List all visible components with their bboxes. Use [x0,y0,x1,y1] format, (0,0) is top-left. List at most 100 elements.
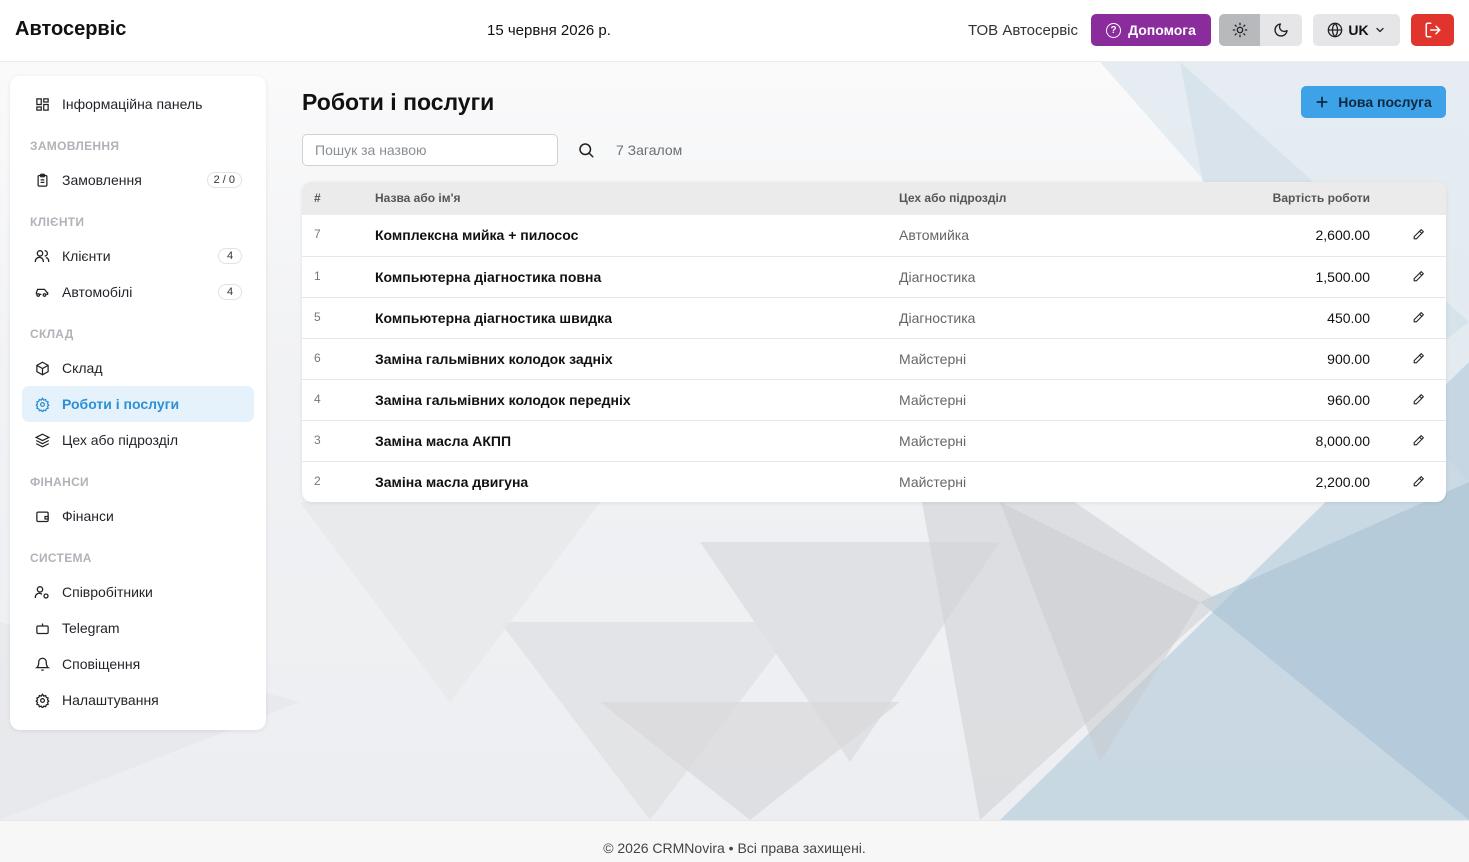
edit-icon[interactable] [1412,270,1426,284]
sun-icon [1232,22,1247,38]
brand-logo[interactable]: Автосервіс [15,18,126,41]
row-name: Компьютерна діагностика повна [375,269,602,285]
clients-count-badge: 4 [218,248,242,264]
sidebar-item-telegram[interactable]: Telegram [22,610,254,646]
sidebar-section-warehouse: СКЛАД [30,327,74,341]
row-name: Компьютерна діагностика швидка [375,310,612,326]
question-icon: ? [1106,22,1122,38]
sidebar-item-label: Автомобілі [62,284,133,300]
row-department: Діагностика [899,269,976,285]
edit-icon[interactable] [1412,311,1426,325]
sidebar-item-label: Співробітники [62,584,153,600]
top-header: Автосервіс 15 червня 2026 р. ТОВ Автосер… [0,0,1469,62]
edit-icon[interactable] [1412,434,1426,448]
row-cost: 900.00 [1327,351,1370,367]
sidebar-item-label: Склад [62,360,103,376]
language-label: UK [1348,22,1369,38]
table-row[interactable]: 5 Компьютерна діагностика швидка Діагности… [302,297,1446,338]
sidebar-item-employees[interactable]: Співробітники [22,574,254,610]
sidebar-item-finance[interactable]: Фінанси [22,498,254,534]
box-icon [34,360,50,376]
car-icon [34,284,50,300]
edit-icon[interactable] [1412,475,1426,489]
gear-icon [34,396,50,412]
edit-icon[interactable] [1412,228,1426,242]
table-row[interactable]: 4 Заміна гальмівних колодок передніх Майст… [302,379,1446,420]
table-row[interactable]: 6 Заміна гальмівних колодок задніх Майстер… [302,338,1446,379]
search-input[interactable] [302,134,558,166]
sidebar-item-label: Фінанси [62,508,114,524]
new-service-button[interactable]: Нова послуга [1301,86,1446,118]
row-department: Майстерні [899,474,967,490]
light-theme-button[interactable] [1219,14,1260,46]
table-row[interactable]: 1 Компьютерна діагностика повна Діагностик… [302,256,1446,297]
sidebar-item-cars[interactable]: Автомобілі 4 [22,274,254,310]
search-icon[interactable] [577,141,595,159]
row-cost: 450.00 [1327,310,1370,326]
column-header-department[interactable]: Цех або підрозділ [899,191,1006,205]
help-button[interactable]: ? Допомога [1091,14,1211,46]
edit-icon[interactable] [1412,393,1426,407]
sidebar-item-departments[interactable]: Цех або підрозділ [22,422,254,458]
table-row[interactable]: 3 Заміна масла АКПП Майстерні 8,000.00 [302,420,1446,461]
dark-theme-button[interactable] [1260,14,1301,46]
row-cost: 1,500.00 [1315,269,1371,285]
row-id: 6 [314,351,321,365]
edit-icon[interactable] [1412,352,1426,366]
clipboard-icon [34,172,50,188]
sidebar-item-settings[interactable]: Налаштування [22,682,254,718]
row-name: Комплексна мийка + пилосос [375,227,579,243]
users-icon [34,248,50,264]
row-id: 5 [314,310,321,324]
sidebar-item-services[interactable]: Роботи і послуги [22,386,254,422]
sidebar-section-clients: КЛІЄНТИ [30,215,85,229]
row-id: 1 [314,269,321,283]
row-id: 4 [314,392,321,406]
sidebar-item-warehouse[interactable]: Склад [22,350,254,386]
globe-icon [1328,22,1343,38]
orders-count-badge: 2 / 0 [206,172,242,188]
row-department: Майстерні [899,392,967,408]
dashboard-icon [34,96,50,112]
table-row[interactable]: 2 Заміна масла двигуна Майстерні 2,200.00 [302,461,1446,502]
logout-button[interactable] [1411,14,1454,46]
row-cost: 960.00 [1327,392,1370,408]
sidebar-item-label: Сповіщення [62,656,141,672]
cars-count-badge: 4 [218,284,242,300]
column-header-cost[interactable]: Вартість роботи [1273,191,1370,205]
settings-icon [34,692,50,708]
row-cost: 2,200.00 [1315,474,1371,490]
sidebar-section-orders: ЗАМОВЛЕННЯ [30,139,120,153]
column-header-id[interactable]: # [314,191,321,205]
row-id: 3 [314,433,321,447]
sidebar-item-clients[interactable]: Клієнти 4 [22,238,254,274]
sidebar-item-orders[interactable]: Замовлення 2 / 0 [22,162,254,198]
chevron-down-icon [1375,27,1384,33]
sidebar-item-label: Налаштування [62,692,159,708]
row-department: Майстерні [899,351,967,367]
row-name: Заміна масла двигуна [375,474,529,490]
column-header-name[interactable]: Назва або ім'я [375,191,461,205]
row-id: 2 [314,474,321,488]
theme-toggle [1219,14,1302,46]
row-name: Заміна гальмівних колодок задніх [375,351,613,367]
sidebar-item-label: Клієнти [62,248,111,264]
services-table: # Назва або ім'я Цех або підрозділ Варті… [302,182,1446,502]
sidebar-item-label: Telegram [62,620,120,636]
sidebar: Інформаційна панель ЗАМОВЛЕННЯ Замовленн… [10,76,266,730]
moon-icon [1273,23,1288,37]
total-count: 7 Загалом [616,142,683,158]
table-row[interactable]: 7 Комплексна мийка + пилосос Автомийка 2,60… [302,215,1446,256]
sidebar-item-notifications[interactable]: Сповіщення [22,646,254,682]
layers-icon [34,432,50,448]
sidebar-section-finance: ФІНАНСИ [30,475,89,489]
row-department: Автомийка [899,227,969,243]
sidebar-item-dashboard[interactable]: Інформаційна панель [22,86,254,122]
company-name: ТОВ Автосервіс [968,22,1079,39]
row-id: 7 [314,227,321,241]
row-cost: 8,000.00 [1315,433,1371,449]
logout-icon [1425,22,1440,38]
page-title: Роботи і послуги [302,89,495,115]
copyright-text: © 2026 CRMNovira • Всі права захищені. [603,840,866,856]
language-selector[interactable]: UK [1313,14,1400,46]
